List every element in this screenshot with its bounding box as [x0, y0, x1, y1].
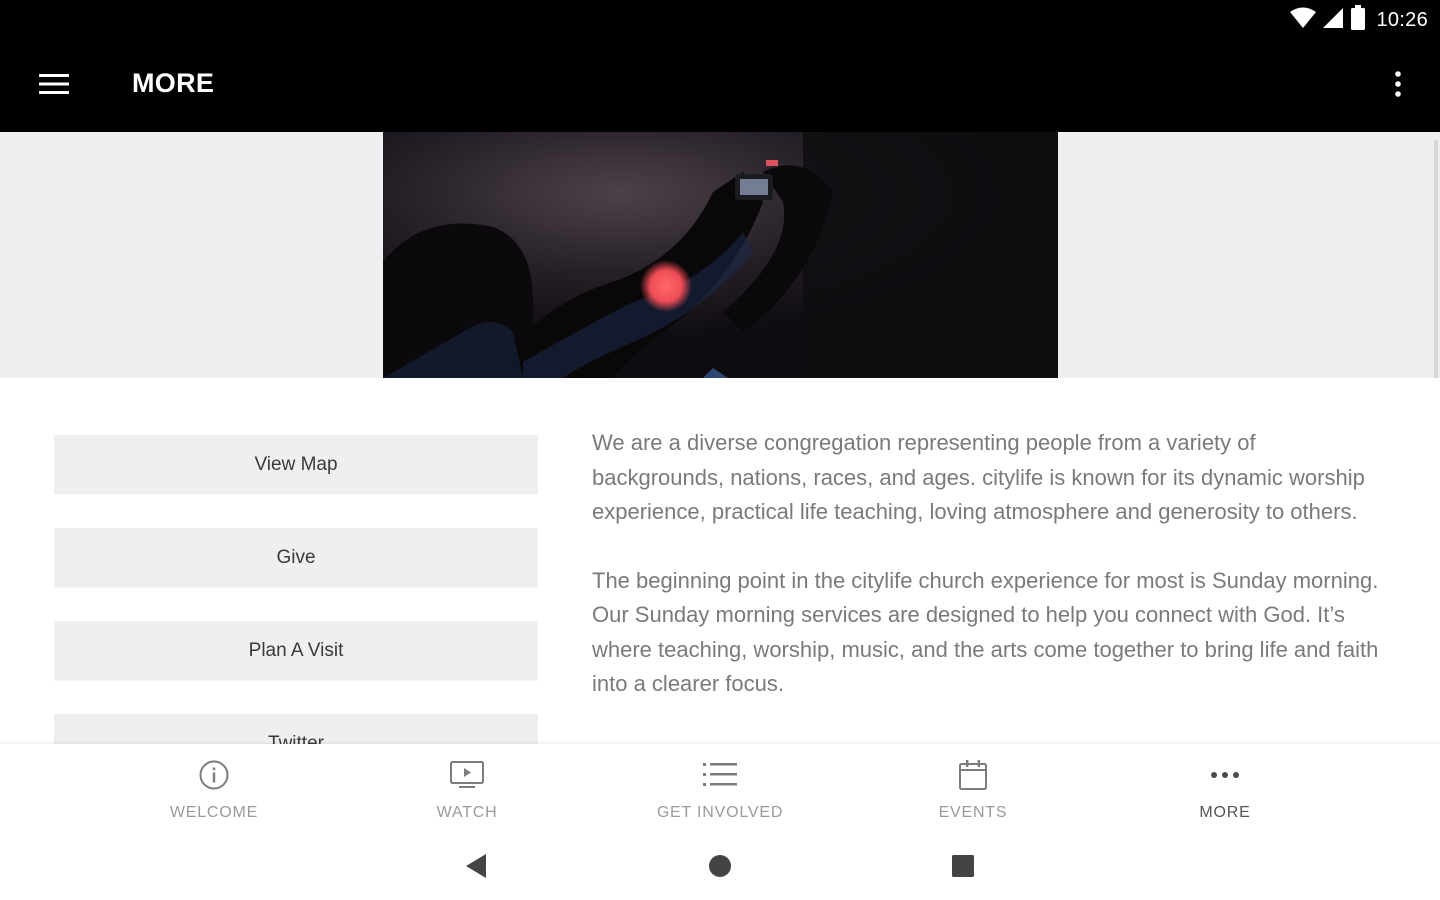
more-vert-icon	[1394, 70, 1402, 103]
bottom-navigation: WELCOME WATCH GET INVOLVED EVENTS MORE	[0, 744, 1440, 834]
wifi-icon	[1290, 7, 1317, 34]
cell-signal-icon	[1322, 7, 1344, 34]
status-time: 10:26	[1376, 8, 1428, 31]
more-horiz-icon	[1210, 758, 1240, 792]
info-icon	[198, 758, 230, 792]
description-paragraph: The beginning point in the citylife chur…	[592, 567, 1379, 697]
nav-label: WELCOME	[169, 804, 259, 821]
recents-button[interactable]	[945, 850, 981, 886]
home-icon	[708, 854, 732, 883]
nav-item-watch[interactable]: WATCH	[367, 744, 567, 834]
nav-label: EVENTS	[938, 804, 1008, 821]
description-paragraph: We are a diverse congregation representi…	[592, 430, 1365, 524]
plan-a-visit-button[interactable]: Plan A Visit	[54, 621, 538, 680]
description-text: We are a diverse congregation representi…	[592, 426, 1392, 736]
back-button[interactable]	[458, 850, 494, 886]
nav-label: GET INVOLVED	[656, 804, 784, 821]
hero-photo	[383, 132, 1058, 378]
page-title: MORE	[132, 68, 215, 98]
status-bar: 10:26	[0, 0, 1440, 40]
list-icon	[703, 758, 737, 792]
give-button[interactable]: Give	[54, 528, 538, 587]
view-map-button[interactable]: View Map	[54, 435, 538, 494]
action-buttons: View Map Give Plan A Visit Twitter	[54, 435, 538, 744]
content-area: View Map Give Plan A Visit Twitter We ar…	[0, 378, 1440, 744]
system-navigation-bar	[0, 834, 1440, 900]
nav-item-more[interactable]: MORE	[1125, 744, 1325, 834]
menu-button[interactable]	[30, 66, 78, 106]
nav-item-welcome[interactable]: WELCOME	[114, 744, 314, 834]
nav-item-get-involved[interactable]: GET INVOLVED	[620, 744, 820, 834]
hamburger-menu-icon	[39, 73, 69, 100]
overflow-menu-button[interactable]	[1378, 66, 1418, 106]
nav-label: WATCH	[436, 804, 498, 821]
home-button[interactable]	[702, 850, 738, 886]
back-icon	[464, 853, 488, 884]
twitter-button[interactable]: Twitter	[54, 714, 538, 744]
recents-icon	[951, 854, 975, 883]
app-screen: 10:26 MORE View Map Give Plan A Visit Tw…	[0, 0, 1440, 900]
nav-label: MORE	[1199, 804, 1251, 821]
app-bar: MORE	[0, 40, 1440, 132]
status-icons: 10:26	[1290, 4, 1428, 36]
calendar-icon	[958, 758, 988, 792]
video-icon	[449, 758, 485, 792]
battery-icon	[1350, 4, 1366, 36]
nav-item-events[interactable]: EVENTS	[873, 744, 1073, 834]
